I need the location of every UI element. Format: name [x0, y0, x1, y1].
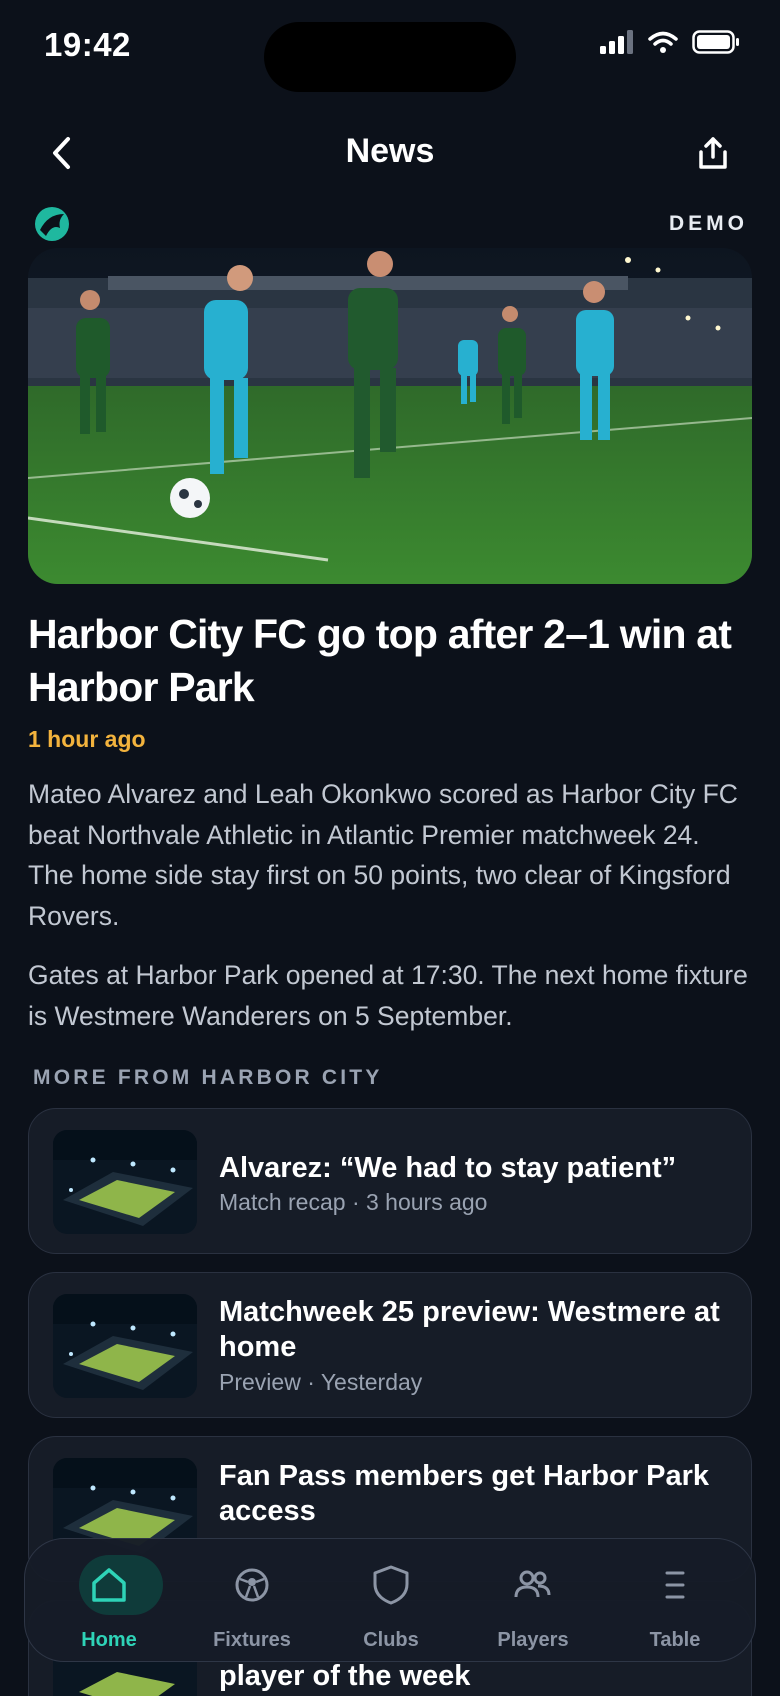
card-title: player of the week [219, 1660, 471, 1692]
table-icon [653, 1563, 697, 1607]
section-label: MORE FROM HARBOR CITY [33, 1066, 383, 1089]
article-thumbnail [53, 1130, 197, 1234]
status-bar: 19:42 [0, 0, 780, 96]
card-title: Fan Pass members get Harbor Park access [219, 1460, 709, 1527]
card-meta: Match recap · 3 hours ago [219, 1189, 488, 1215]
article-thumbnail [53, 1294, 197, 1398]
share-button[interactable] [690, 130, 736, 176]
dynamic-island [264, 22, 516, 92]
brand-row: DEMO [28, 204, 748, 244]
card-meta: Preview · Yesterday [219, 1369, 423, 1395]
card-title: Matchweek 25 preview: Westmere at home [219, 1296, 720, 1363]
tab-label: Table [649, 1629, 701, 1651]
article-paragraph: Mateo Alvarez and Leah Okonkwo scored as… [28, 779, 738, 931]
related-article-card[interactable]: Alvarez: “We had to stay patient” Match … [28, 1108, 752, 1254]
ball-icon [230, 1563, 274, 1607]
shield-icon [369, 1563, 413, 1607]
article-headline: Harbor City FC go top after 2–1 win at H… [28, 611, 732, 710]
demo-tag: DEMO [669, 212, 748, 235]
tab-players[interactable]: Players [463, 1539, 603, 1663]
tab-home[interactable]: Home [39, 1539, 179, 1663]
tab-label: Fixtures [213, 1629, 291, 1651]
article-timestamp: 1 hour ago [28, 726, 146, 752]
home-icon [87, 1563, 131, 1607]
status-icons [600, 30, 740, 54]
page-title: News [345, 132, 435, 170]
related-article-card[interactable]: Matchweek 25 preview: Westmere at home P… [28, 1272, 752, 1418]
status-time: 19:42 [44, 26, 131, 63]
signal-icon [600, 30, 633, 54]
tab-table[interactable]: Table [605, 1539, 745, 1663]
tab-label: Home [81, 1629, 137, 1651]
tab-label: Players [497, 1629, 569, 1651]
people-icon [511, 1563, 555, 1607]
battery-icon [692, 30, 739, 54]
tab-fixtures[interactable]: Fixtures [182, 1539, 322, 1663]
tab-clubs[interactable]: Clubs [321, 1539, 461, 1663]
share-icon [699, 137, 727, 169]
article-paragraph: Gates at Harbor Park opened at 17:30. Th… [28, 960, 748, 1031]
hero-image [28, 248, 752, 584]
card-title: Alvarez: “We had to stay patient” [219, 1152, 677, 1184]
tab-label: Clubs [363, 1629, 419, 1651]
bottom-tab-bar: Home Fixtures Clubs Players Table [24, 1538, 756, 1662]
nav-header: News [0, 118, 780, 188]
wifi-icon [648, 31, 678, 53]
club-logo-icon [35, 207, 69, 241]
